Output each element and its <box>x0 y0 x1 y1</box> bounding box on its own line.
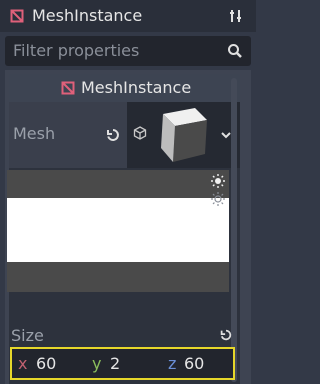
preview-plane-mesh <box>7 198 229 262</box>
section-title: MeshInstance <box>81 78 192 97</box>
mesh-label: Mesh <box>13 124 56 143</box>
size-y-field[interactable]: y 2 <box>88 351 158 376</box>
sun-icon[interactable] <box>211 174 225 188</box>
tools-icon[interactable] <box>228 8 244 24</box>
size-y-value: 2 <box>110 354 121 373</box>
size-z-value: 60 <box>184 354 205 373</box>
size-property-row: Size <box>7 324 235 346</box>
filter-properties-input[interactable]: Filter properties <box>5 36 251 66</box>
mesh-property-row: Mesh <box>9 102 240 168</box>
axis-x-label: x <box>18 354 28 373</box>
size-vector-editor: x 60 y 2 z 60 <box>10 347 235 380</box>
size-x-field[interactable]: x 60 <box>14 351 84 376</box>
sun-icon[interactable] <box>211 192 225 206</box>
node-title: MeshInstance <box>32 6 143 25</box>
size-label: Size <box>11 326 44 345</box>
revert-icon[interactable] <box>105 127 121 143</box>
mesh-resource-picker[interactable] <box>127 102 240 168</box>
axis-y-label: y <box>92 354 102 373</box>
section-header[interactable]: MeshInstance <box>9 74 240 102</box>
axis-z-label: z <box>168 354 177 373</box>
size-z-field[interactable]: z 60 <box>162 351 232 376</box>
revert-icon[interactable] <box>219 328 233 342</box>
search-icon <box>228 44 242 58</box>
cube-outline-icon <box>133 126 147 140</box>
size-x-value: 60 <box>36 354 57 373</box>
mesh-instance-icon <box>10 9 24 23</box>
inspector-header: MeshInstance <box>0 0 256 32</box>
mesh-preview-thumbnail <box>161 108 207 162</box>
filter-placeholder: Filter properties <box>13 41 140 60</box>
mesh-instance-icon <box>61 81 75 95</box>
mesh-preview-viewport <box>7 170 229 292</box>
